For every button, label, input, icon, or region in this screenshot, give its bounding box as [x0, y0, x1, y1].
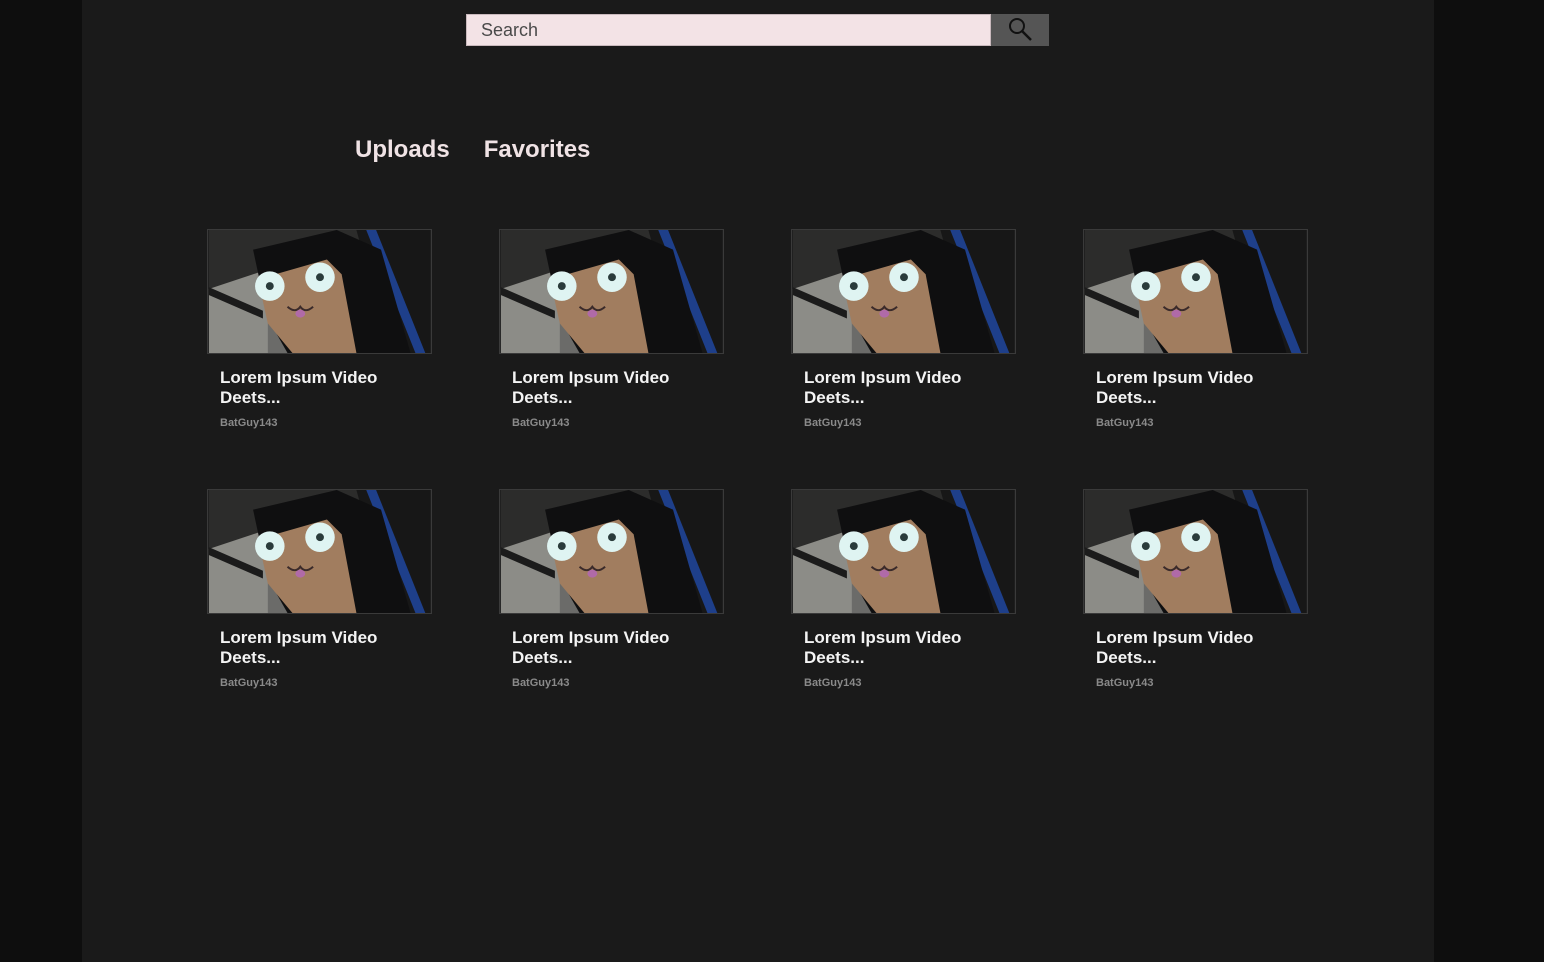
video-title[interactable]: Lorem Ipsum Video Deets... — [1096, 628, 1296, 668]
tab-uploads[interactable]: Uploads — [355, 136, 450, 164]
video-title[interactable]: Lorem Ipsum Video Deets... — [1096, 368, 1296, 408]
tab-favorites[interactable]: Favorites — [484, 136, 591, 164]
video-thumbnail[interactable] — [499, 229, 724, 354]
video-card[interactable]: Lorem Ipsum Video Deets... BatGuy143 — [791, 489, 1016, 719]
video-author[interactable]: BatGuy143 — [804, 417, 1016, 429]
video-card[interactable]: Lorem Ipsum Video Deets... BatGuy143 — [499, 489, 724, 719]
video-title[interactable]: Lorem Ipsum Video Deets... — [804, 368, 1004, 408]
video-card[interactable]: Lorem Ipsum Video Deets... BatGuy143 — [207, 229, 432, 459]
video-thumbnail[interactable] — [499, 489, 724, 614]
search-icon — [1007, 16, 1033, 45]
video-card[interactable]: Lorem Ipsum Video Deets... BatGuy143 — [1083, 229, 1308, 459]
video-title[interactable]: Lorem Ipsum Video Deets... — [220, 368, 420, 408]
search-input[interactable] — [466, 14, 991, 46]
video-title[interactable]: Lorem Ipsum Video Deets... — [512, 628, 712, 668]
page-container: Uploads Favorites Lorem Ipsum Video Deet… — [82, 0, 1434, 962]
video-grid: Lorem Ipsum Video Deets... BatGuy143 Lor… — [207, 229, 1308, 719]
video-card[interactable]: Lorem Ipsum Video Deets... BatGuy143 — [1083, 489, 1308, 719]
video-author[interactable]: BatGuy143 — [512, 677, 724, 689]
profile-tabs: Uploads Favorites — [355, 136, 590, 164]
video-title[interactable]: Lorem Ipsum Video Deets... — [512, 368, 712, 408]
video-thumbnail[interactable] — [1083, 229, 1308, 354]
video-thumbnail[interactable] — [1083, 489, 1308, 614]
video-author[interactable]: BatGuy143 — [220, 677, 432, 689]
search-button[interactable] — [991, 14, 1049, 46]
video-author[interactable]: BatGuy143 — [220, 417, 432, 429]
video-author[interactable]: BatGuy143 — [512, 417, 724, 429]
video-title[interactable]: Lorem Ipsum Video Deets... — [220, 628, 420, 668]
video-card[interactable]: Lorem Ipsum Video Deets... BatGuy143 — [791, 229, 1016, 459]
video-thumbnail[interactable] — [791, 489, 1016, 614]
video-thumbnail[interactable] — [207, 229, 432, 354]
video-card[interactable]: Lorem Ipsum Video Deets... BatGuy143 — [207, 489, 432, 719]
video-card[interactable]: Lorem Ipsum Video Deets... BatGuy143 — [499, 229, 724, 459]
video-title[interactable]: Lorem Ipsum Video Deets... — [804, 628, 1004, 668]
video-thumbnail[interactable] — [207, 489, 432, 614]
video-author[interactable]: BatGuy143 — [1096, 677, 1308, 689]
video-author[interactable]: BatGuy143 — [804, 677, 1016, 689]
search-bar — [466, 14, 1049, 46]
video-thumbnail[interactable] — [791, 229, 1016, 354]
video-author[interactable]: BatGuy143 — [1096, 417, 1308, 429]
